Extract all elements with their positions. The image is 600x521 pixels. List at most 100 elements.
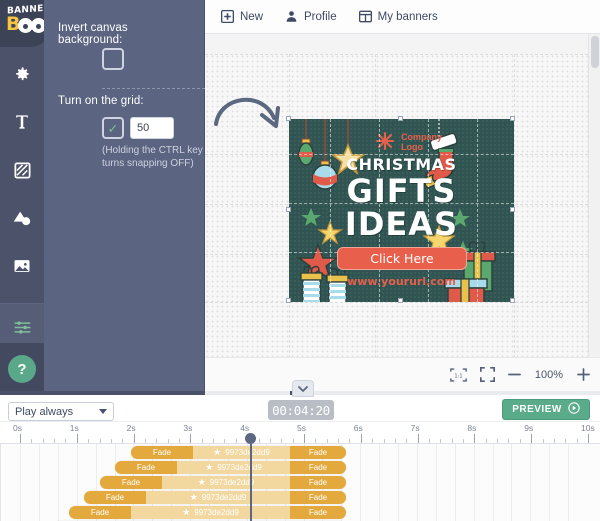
ruler-minor-tick <box>31 439 33 443</box>
timeline-clip[interactable]: Fade ★ 9973de2dd9 Fade <box>84 491 346 504</box>
ruler-major-tick <box>360 434 362 443</box>
track-gridline <box>38 444 40 521</box>
ruler-minor-tick <box>54 439 56 443</box>
help-button[interactable]: ? <box>8 355 36 383</box>
ruler-minor-tick <box>167 439 169 443</box>
text-icon <box>12 112 32 132</box>
canvas-vertical-scrollbar[interactable] <box>588 34 600 391</box>
ruler-tick-label: 3s <box>183 423 193 433</box>
ruler-tick-label: 10s <box>581 423 595 433</box>
ruler-minor-tick <box>88 439 90 443</box>
ruler-major-tick <box>190 434 192 443</box>
ruler-major-tick <box>531 434 533 443</box>
clip-fade-out[interactable]: Fade <box>290 476 346 489</box>
clip-body[interactable]: ★ 9973de2dd9 <box>193 446 290 459</box>
profile-button[interactable]: Profile <box>285 10 337 23</box>
invert-background-checkbox[interactable] <box>102 48 124 70</box>
timeline-clip[interactable]: Fade ★ 9973de2dd9 Fade <box>131 446 346 459</box>
grid-checkbox[interactable]: ✓ <box>102 117 124 139</box>
sidebar-item-color[interactable] <box>0 194 44 242</box>
my-banners-button[interactable]: My banners <box>358 10 438 23</box>
fit-to-screen-button[interactable] <box>480 367 495 382</box>
star-icon: ★ <box>197 477 206 487</box>
image-icon <box>12 256 32 276</box>
clip-fade-in[interactable]: Fade <box>69 506 131 519</box>
preview-button[interactable]: PREVIEW <box>502 399 590 420</box>
chevron-down-icon <box>298 380 308 398</box>
ruler-minor-tick <box>542 439 544 443</box>
grid-size-input[interactable] <box>130 117 174 139</box>
invert-background-label: Invert canvas background: <box>58 22 128 46</box>
ruler-major-tick <box>76 434 78 443</box>
clip-fade-in[interactable]: Fade <box>84 491 146 504</box>
ruler-minor-tick <box>224 439 226 443</box>
top-toolbar: New Profile My banners <box>205 0 600 34</box>
ruler-tick-label: 5s <box>297 423 306 433</box>
track-gridline <box>454 444 456 521</box>
company-logo-text: Company Logo <box>401 132 443 152</box>
track-gridline <box>398 444 399 521</box>
ruler-minor-tick <box>485 439 487 443</box>
clip-fade-in[interactable]: Fade <box>131 446 193 459</box>
star-icon: ★ <box>213 447 222 457</box>
zoom-in-button[interactable] <box>577 368 590 381</box>
droplet-icon <box>11 207 33 229</box>
sidebar-item-shape[interactable] <box>0 146 44 194</box>
track-gridline <box>492 444 494 521</box>
ruler-minor-tick <box>576 439 578 443</box>
ruler-minor-tick <box>553 439 555 443</box>
chevron-down-icon <box>99 409 107 414</box>
clip-body[interactable]: ★ 9973de2dd9 <box>146 491 290 504</box>
scrollbar-thumb[interactable] <box>591 36 599 68</box>
timeline-tracks[interactable]: Fade ★ 9973de2dd9 Fade Fade ★ 9973de2dd9 Fade Fa… <box>0 444 600 521</box>
left-icon-rail: ? BANNER B <box>0 0 52 391</box>
clip-body[interactable]: ★ 9973de2dd9 <box>131 506 290 519</box>
ruler-major-tick <box>133 434 135 443</box>
new-button[interactable]: New <box>221 10 263 23</box>
timeline-clip[interactable]: Fade ★ 9973de2dd9 Fade <box>115 461 346 474</box>
track-gridline <box>549 444 551 521</box>
ruler-tick-label: 7s <box>410 423 420 433</box>
clip-fade-in[interactable]: Fade <box>100 476 162 489</box>
plus-square-icon <box>221 10 234 23</box>
sidebar-item-settings[interactable] <box>0 50 44 98</box>
clip-fade-out[interactable]: Fade <box>290 446 346 459</box>
playhead-line <box>250 444 253 521</box>
timeline-controls: Play always 00:04:20 PREVIEW <box>0 395 600 422</box>
ruler-minor-tick <box>451 439 453 443</box>
clip-fade-in[interactable]: Fade <box>115 461 177 474</box>
sidebar-item-image[interactable] <box>0 242 44 290</box>
banner-canvas[interactable]: Company Logo CHRISTMAS GIFTS IDEAS Click… <box>289 119 514 302</box>
clip-fade-out[interactable]: Fade <box>290 461 346 474</box>
ruler-minor-tick <box>179 439 181 443</box>
ruler-minor-tick <box>269 439 271 443</box>
timeline-ruler[interactable]: 0s 1s 2s 3s 4s 5s 6s 7s 8s 9s 10s <box>0 422 600 444</box>
panel-collapse-handle[interactable] <box>292 380 314 397</box>
person-icon <box>285 10 298 23</box>
ruler-major-tick <box>474 434 476 443</box>
check-icon: ✓ <box>107 120 119 136</box>
ruler-minor-tick <box>349 439 351 443</box>
zoom-out-button[interactable] <box>508 368 521 381</box>
actual-size-button[interactable]: 1:1 <box>450 367 467 382</box>
clip-body[interactable]: ★ 9973de2dd9 <box>162 476 290 489</box>
playhead-knob[interactable] <box>244 433 256 444</box>
sidebar-item-text[interactable] <box>0 98 44 146</box>
timeline-clip[interactable]: Fade ★ 9973de2dd9 Fade <box>69 506 346 519</box>
ruler-minor-tick <box>65 439 67 443</box>
clip-fade-out[interactable]: Fade <box>290 506 346 519</box>
banner-cta-button[interactable]: Click Here <box>337 247 467 270</box>
ruler-minor-tick <box>565 439 567 443</box>
ruler-minor-tick <box>122 439 124 443</box>
play-mode-select[interactable]: Play always <box>8 402 114 421</box>
clip-body[interactable]: ★ 9973de2dd9 <box>177 461 290 474</box>
banner-editor-app: ? BANNER B Invert canvas background: Tur… <box>0 0 600 521</box>
ruler-minor-tick <box>99 439 101 443</box>
timeline-clip[interactable]: Fade ★ 9973de2dd9 Fade <box>100 476 346 489</box>
ruler-minor-tick <box>383 439 385 443</box>
ruler-minor-tick <box>406 439 408 443</box>
ruler-tick-label: 0s <box>13 423 22 433</box>
ruler-minor-tick <box>201 439 203 443</box>
canvas-area[interactable]: Company Logo CHRISTMAS GIFTS IDEAS Click… <box>205 34 600 391</box>
clip-fade-out[interactable]: Fade <box>290 491 346 504</box>
